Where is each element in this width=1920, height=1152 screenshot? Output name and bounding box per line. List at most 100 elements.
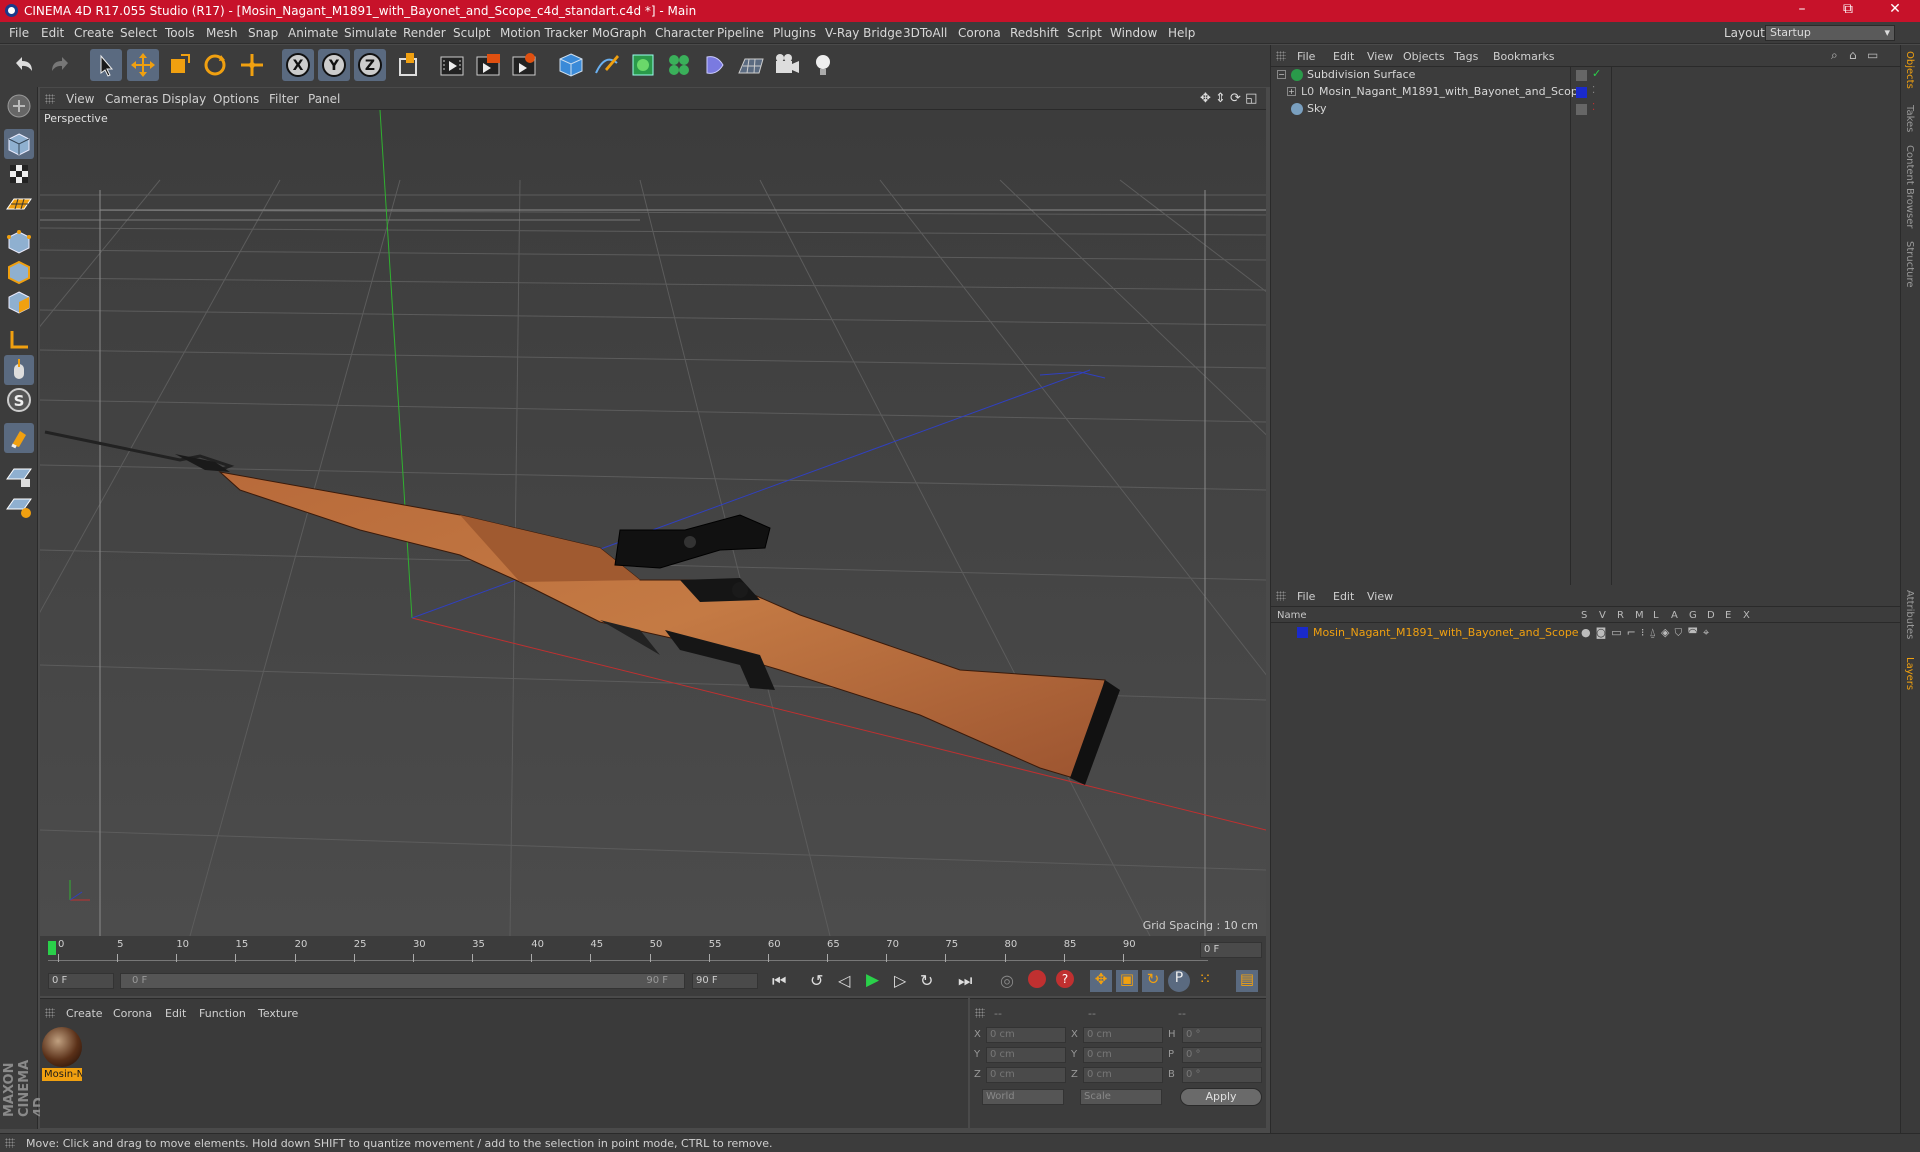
- timeline-window-icon[interactable]: ▤: [1236, 970, 1258, 992]
- go-to-end-icon[interactable]: ⏭: [958, 971, 972, 991]
- menu-help[interactable]: Help: [1168, 26, 1195, 40]
- layout-dropdown[interactable]: Startup ▾: [1765, 25, 1895, 41]
- solo-mode-icon[interactable]: S: [4, 385, 34, 415]
- autokey-icon[interactable]: ?: [1056, 970, 1074, 988]
- material-menu-edit[interactable]: Edit: [165, 1007, 186, 1020]
- redo-icon[interactable]: [44, 49, 76, 81]
- coordinate-space-dropdown[interactable]: World: [982, 1089, 1064, 1105]
- render-region-icon[interactable]: [472, 49, 504, 81]
- rotate-tool-icon[interactable]: [199, 49, 231, 81]
- material-menu-function[interactable]: Function: [199, 1007, 246, 1020]
- obj-menu-view[interactable]: View: [1367, 50, 1393, 63]
- playhead[interactable]: [48, 941, 56, 955]
- size-x-field[interactable]: 0 cm: [1083, 1027, 1163, 1043]
- floor-icon[interactable]: [735, 49, 767, 81]
- menu-select[interactable]: Select: [120, 26, 157, 40]
- object-row[interactable]: − Subdivision Surface: [1275, 67, 1569, 84]
- menu-mograph[interactable]: MoGraph: [592, 26, 647, 40]
- size-y-field[interactable]: 0 cm: [1083, 1047, 1163, 1063]
- key-rotate-icon[interactable]: ↻: [1142, 970, 1164, 992]
- menu-sculpt[interactable]: Sculpt: [453, 26, 490, 40]
- material-menu-texture[interactable]: Texture: [258, 1007, 298, 1020]
- layer-column-header[interactable]: L: [1653, 610, 1659, 621]
- menu-snap[interactable]: Snap: [248, 26, 278, 40]
- obj-menu-objects[interactable]: Objects: [1403, 50, 1445, 63]
- go-to-start-icon[interactable]: ⏮: [772, 971, 786, 991]
- light-icon[interactable]: [807, 49, 839, 81]
- frame-range-slider[interactable]: 0 F 90 F: [120, 973, 685, 989]
- menu-mesh[interactable]: Mesh: [206, 26, 238, 40]
- edges-mode-icon[interactable]: [4, 257, 34, 287]
- grid-lock-icon[interactable]: [4, 461, 34, 491]
- material-menu-create[interactable]: Create: [66, 1007, 103, 1020]
- layer-column-header[interactable]: E: [1725, 610, 1731, 621]
- viewport-menu-options[interactable]: Options: [213, 92, 259, 106]
- menu-window[interactable]: Window: [1110, 26, 1157, 40]
- move-tool-icon[interactable]: [127, 49, 159, 81]
- scale-tool-icon[interactable]: [163, 49, 195, 81]
- tab-takes[interactable]: Takes: [1904, 105, 1915, 132]
- obj-menu-bookmarks[interactable]: Bookmarks: [1493, 50, 1554, 63]
- model-mode-icon[interactable]: [4, 129, 34, 159]
- layer-toggle-icon[interactable]: [1576, 70, 1587, 81]
- apply-button[interactable]: Apply: [1180, 1088, 1262, 1106]
- tab-structure[interactable]: Structure: [1904, 241, 1915, 288]
- collapse-icon[interactable]: −: [1277, 70, 1286, 79]
- object-row[interactable]: + L0 Mosin_Nagant_M1891_with_Bayonet_and…: [1275, 84, 1585, 101]
- rotation-p-field[interactable]: 0 °: [1182, 1047, 1262, 1063]
- menu-pipeline[interactable]: Pipeline: [717, 26, 764, 40]
- menu-character[interactable]: Character: [655, 26, 714, 40]
- menu-script[interactable]: Script: [1067, 26, 1102, 40]
- tab-layers[interactable]: Layers: [1904, 657, 1915, 690]
- menu-tools[interactable]: Tools: [165, 26, 195, 40]
- subdivision-surface-icon[interactable]: [627, 49, 659, 81]
- enabled-check-icon[interactable]: ✓: [1592, 67, 1601, 80]
- panel-options-icon[interactable]: ▭: [1867, 48, 1878, 62]
- expand-icon[interactable]: +: [1287, 87, 1296, 96]
- next-key-icon[interactable]: ↻: [920, 971, 933, 990]
- layer-column-header[interactable]: S: [1581, 610, 1587, 621]
- menu-3dtoall[interactable]: 3DToAll: [903, 26, 947, 40]
- cube-primitive-icon[interactable]: [555, 49, 587, 81]
- position-y-field[interactable]: 0 cm: [986, 1047, 1066, 1063]
- layer-column-header[interactable]: R: [1617, 610, 1624, 621]
- viewport-menu-filter[interactable]: Filter: [269, 92, 299, 106]
- position-z-field[interactable]: 0 cm: [986, 1067, 1066, 1083]
- menu-corona[interactable]: Corona: [958, 26, 1001, 40]
- polygons-mode-icon[interactable]: [4, 287, 34, 317]
- material-swatch[interactable]: Mosin-N: [42, 1027, 82, 1083]
- prev-key-icon[interactable]: ↺: [810, 971, 823, 990]
- menu-animate[interactable]: Animate: [288, 26, 338, 40]
- visibility-dots-icon[interactable]: ⁚: [1592, 102, 1595, 113]
- layer-column-header[interactable]: G: [1689, 610, 1697, 621]
- snap-magnet-icon[interactable]: [4, 423, 34, 453]
- search-icon[interactable]: ⌕: [1831, 48, 1838, 63]
- minimize-button[interactable]: –: [1787, 1, 1817, 17]
- menu-edit[interactable]: Edit: [41, 26, 64, 40]
- axis-mode-icon[interactable]: [4, 325, 34, 355]
- viewport-nav-icons[interactable]: ✥ ⇕ ⟳ ◱: [1200, 91, 1257, 106]
- layer-column-header[interactable]: X: [1743, 610, 1750, 621]
- tab-attributes[interactable]: Attributes: [1904, 590, 1915, 639]
- object-row[interactable]: Sky: [1275, 101, 1569, 118]
- viewport-menu-view[interactable]: View: [66, 92, 94, 106]
- layer-menu-edit[interactable]: Edit: [1333, 590, 1354, 603]
- cloner-icon[interactable]: [663, 49, 695, 81]
- make-editable-icon[interactable]: [4, 91, 34, 121]
- render-to-picture-viewer-icon[interactable]: [508, 49, 540, 81]
- next-frame-icon[interactable]: ▷: [894, 971, 906, 990]
- layer-toggle-icon[interactable]: [1576, 104, 1587, 115]
- layer-menu-view[interactable]: View: [1367, 590, 1393, 603]
- tweak-mode-icon[interactable]: [4, 355, 34, 385]
- obj-menu-edit[interactable]: Edit: [1333, 50, 1354, 63]
- play-icon[interactable]: ▶: [866, 970, 879, 990]
- coordinate-system-icon[interactable]: [392, 49, 424, 81]
- deformer-icon[interactable]: [699, 49, 731, 81]
- layer-menu-file[interactable]: File: [1297, 590, 1315, 603]
- layer-column-header[interactable]: D: [1707, 610, 1715, 621]
- undo-icon[interactable]: [8, 49, 40, 81]
- keyframe-icon[interactable]: ◎: [1000, 971, 1014, 990]
- tab-objects[interactable]: Objects: [1904, 51, 1915, 89]
- prev-frame-icon[interactable]: ◁: [838, 971, 850, 990]
- size-z-field[interactable]: 0 cm: [1083, 1067, 1163, 1083]
